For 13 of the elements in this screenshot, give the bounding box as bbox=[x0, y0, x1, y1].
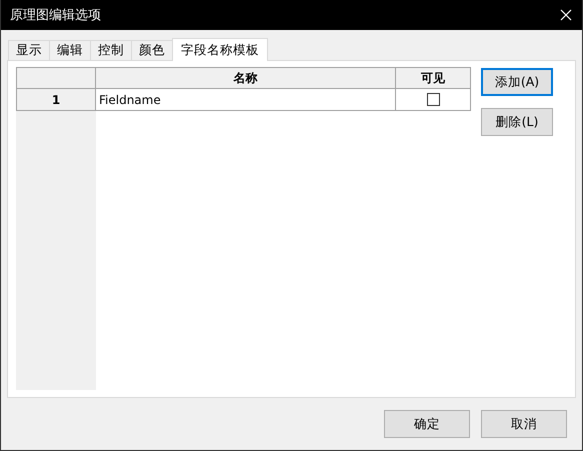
close-icon[interactable] bbox=[560, 9, 572, 21]
tab[interactable]: 显示 bbox=[8, 40, 50, 60]
delete-button[interactable]: 删除(L) bbox=[481, 108, 553, 136]
column-header: 可见 bbox=[396, 67, 471, 89]
row-header: 1 bbox=[16, 89, 96, 111]
tab[interactable]: 字段名称模板 bbox=[172, 38, 268, 61]
ok-button[interactable]: 确定 bbox=[384, 410, 470, 438]
cancel-button[interactable]: 取消 bbox=[481, 410, 567, 438]
visible-checkbox[interactable] bbox=[426, 93, 440, 106]
window-title: 原理图编辑选项 bbox=[10, 7, 101, 24]
add-button[interactable]: 添加(A) bbox=[481, 68, 553, 96]
table-cell[interactable]: Fieldname bbox=[96, 89, 396, 111]
column-header: 名称 bbox=[96, 67, 396, 89]
